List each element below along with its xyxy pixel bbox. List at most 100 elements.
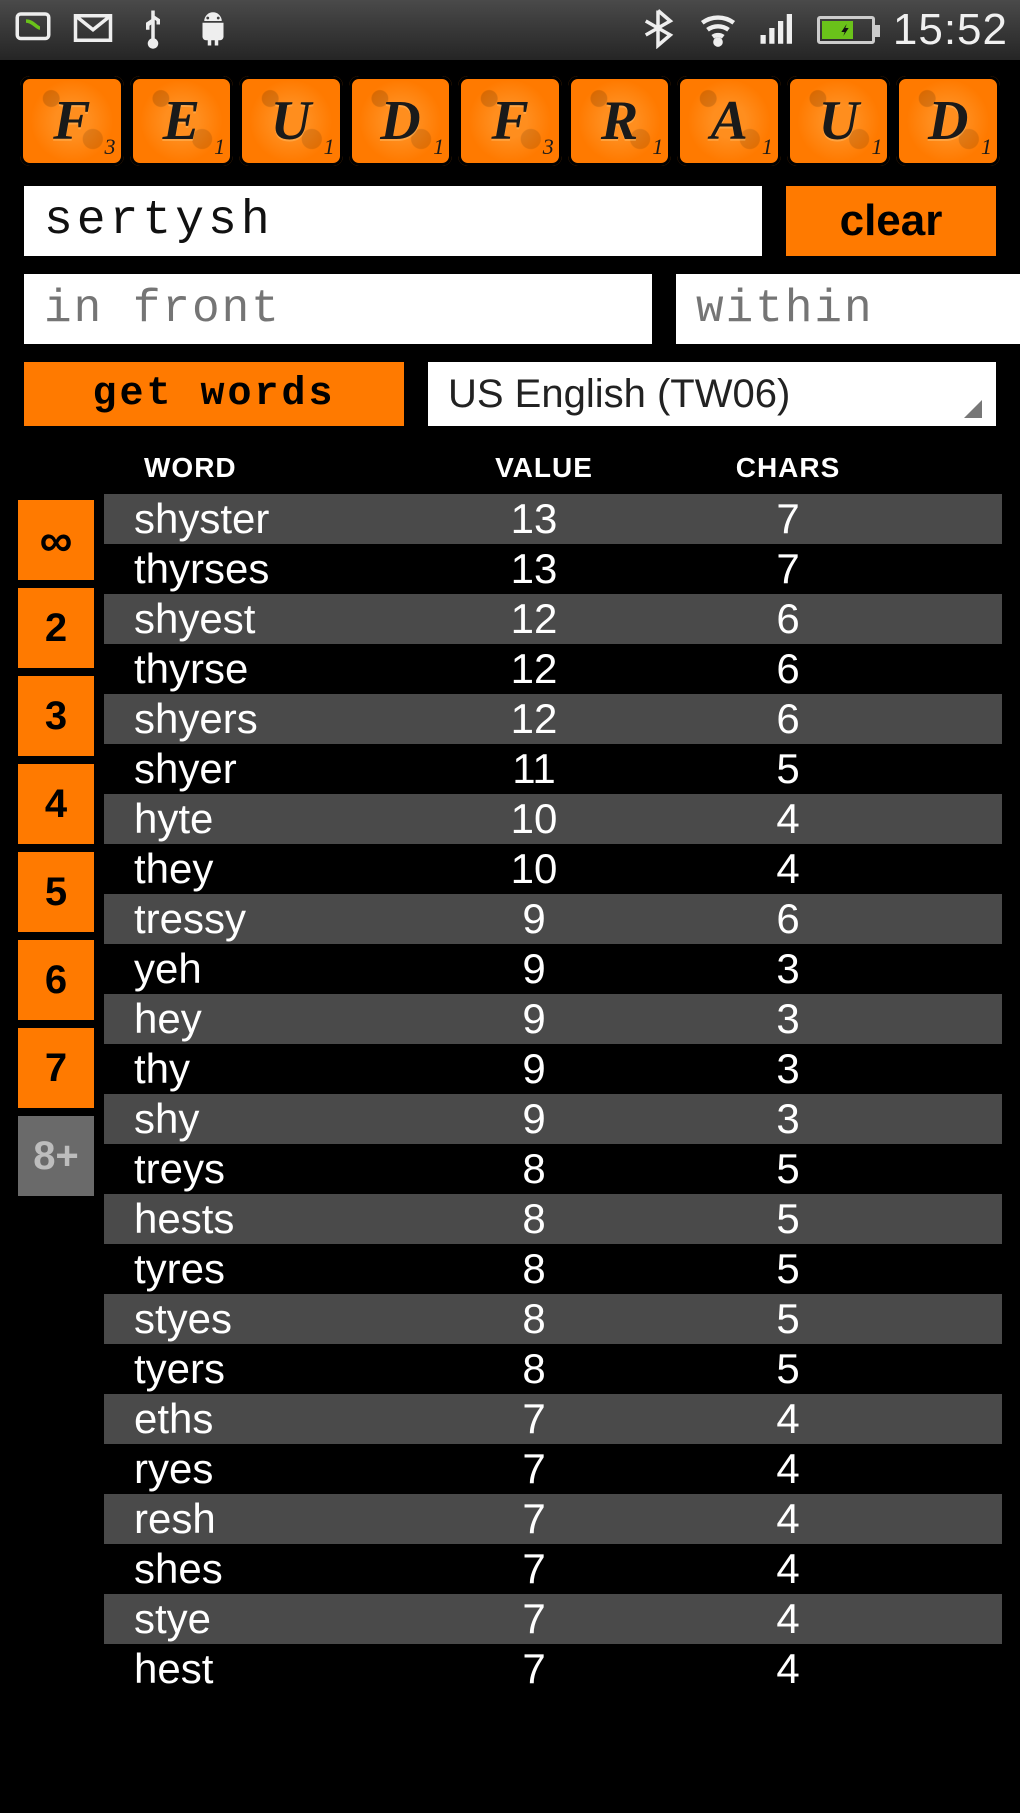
cell-chars: 5: [634, 1145, 1002, 1193]
cell-word: tyers: [104, 1345, 434, 1393]
table-row[interactable]: hyte104: [104, 794, 1002, 844]
length-tab-∞[interactable]: ∞: [18, 500, 94, 580]
length-tab-7[interactable]: 7: [18, 1028, 94, 1108]
clock: 15:52: [893, 5, 1008, 55]
within-input[interactable]: [676, 274, 1020, 344]
cell-chars: 5: [634, 1295, 1002, 1343]
front-input[interactable]: [24, 274, 652, 344]
table-row[interactable]: treys85: [104, 1144, 1002, 1194]
cell-chars: 3: [634, 945, 1002, 993]
table-row[interactable]: styes85: [104, 1294, 1002, 1344]
title-tile: A1: [677, 76, 781, 166]
letters-input[interactable]: [24, 186, 762, 256]
table-row[interactable]: thyrses137: [104, 544, 1002, 594]
table-row[interactable]: tressy96: [104, 894, 1002, 944]
tile-value: 1: [433, 134, 444, 160]
cell-chars: 4: [634, 1445, 1002, 1493]
cell-chars: 5: [634, 745, 1002, 793]
cell-value: 7: [434, 1595, 634, 1643]
get-words-button[interactable]: get words: [24, 362, 404, 426]
length-tab-3[interactable]: 3: [18, 676, 94, 756]
tile-value: 1: [324, 134, 335, 160]
cell-value: 8: [434, 1345, 634, 1393]
cell-value: 9: [434, 895, 634, 943]
cell-chars: 6: [634, 645, 1002, 693]
cell-value: 7: [434, 1495, 634, 1543]
table-row[interactable]: shyest126: [104, 594, 1002, 644]
cell-value: 9: [434, 1095, 634, 1143]
cell-value: 8: [434, 1295, 634, 1343]
length-tab-5[interactable]: 5: [18, 852, 94, 932]
table-row[interactable]: shyers126: [104, 694, 1002, 744]
table-row[interactable]: resh74: [104, 1494, 1002, 1544]
cell-word: thyrse: [104, 645, 434, 693]
tile-value: 1: [762, 134, 773, 160]
cell-value: 7: [434, 1395, 634, 1443]
table-row[interactable]: thyrse126: [104, 644, 1002, 694]
table-row[interactable]: tyers85: [104, 1344, 1002, 1394]
table-row[interactable]: stye74: [104, 1594, 1002, 1644]
cell-value: 9: [434, 1045, 634, 1093]
table-row[interactable]: shyer115: [104, 744, 1002, 794]
cell-chars: 3: [634, 1045, 1002, 1093]
tile-letter: D: [928, 89, 968, 153]
title-tile: R1: [568, 76, 672, 166]
cell-word: treys: [104, 1145, 434, 1193]
length-tab-6[interactable]: 6: [18, 940, 94, 1020]
header-word: WORD: [114, 452, 444, 484]
length-tab-4[interactable]: 4: [18, 764, 94, 844]
android-icon: [192, 7, 234, 54]
tile-value: 1: [214, 134, 225, 160]
table-row[interactable]: hest74: [104, 1644, 1002, 1694]
title-tile: U1: [239, 76, 343, 166]
table-row[interactable]: ryes74: [104, 1444, 1002, 1494]
table-row[interactable]: thy93: [104, 1044, 1002, 1094]
table-row[interactable]: shyster137: [104, 494, 1002, 544]
results: ∞2345678+ WORD VALUE CHARS shyster137thy…: [0, 440, 1020, 1694]
title-tile: D1: [896, 76, 1000, 166]
cell-value: 7: [434, 1545, 634, 1593]
tile-value: 1: [871, 134, 882, 160]
table-row[interactable]: shes74: [104, 1544, 1002, 1594]
bluetooth-icon: [637, 7, 679, 54]
tile-value: 3: [105, 134, 116, 160]
cell-word: eths: [104, 1395, 434, 1443]
table-header: WORD VALUE CHARS: [104, 446, 1002, 494]
cell-word: yeh: [104, 945, 434, 993]
cell-word: tyres: [104, 1245, 434, 1293]
app-title: F3E1U1D1F3R1A1U1D1: [0, 60, 1020, 176]
battery-icon: [817, 16, 875, 44]
header-value: VALUE: [444, 452, 644, 484]
table-row[interactable]: eths74: [104, 1394, 1002, 1444]
tile-letter: R: [601, 89, 638, 153]
cell-value: 9: [434, 995, 634, 1043]
cell-chars: 5: [634, 1245, 1002, 1293]
cell-chars: 3: [634, 995, 1002, 1043]
table-row[interactable]: hests85: [104, 1194, 1002, 1244]
length-tab-2[interactable]: 2: [18, 588, 94, 668]
tile-letter: F: [53, 89, 90, 153]
cell-chars: 4: [634, 1595, 1002, 1643]
tile-letter: F: [491, 89, 528, 153]
table-row[interactable]: they104: [104, 844, 1002, 894]
tile-value: 1: [652, 134, 663, 160]
dictionary-select[interactable]: US English (TW06): [428, 362, 996, 426]
wifi-icon: [697, 7, 739, 54]
tile-letter: A: [710, 89, 747, 153]
cell-word: hyte: [104, 795, 434, 843]
results-table: WORD VALUE CHARS shyster137thyrses137shy…: [104, 446, 1002, 1694]
table-row[interactable]: tyres85: [104, 1244, 1002, 1294]
cell-value: 11: [434, 745, 634, 793]
cell-chars: 7: [634, 545, 1002, 593]
table-row[interactable]: yeh93: [104, 944, 1002, 994]
cell-chars: 4: [634, 1645, 1002, 1693]
clear-button[interactable]: clear: [786, 186, 996, 256]
table-row[interactable]: hey93: [104, 994, 1002, 1044]
leaf-icon: [12, 7, 54, 54]
length-tab-8+: 8+: [18, 1116, 94, 1196]
cell-word: resh: [104, 1495, 434, 1543]
signal-icon: [757, 7, 799, 54]
table-row[interactable]: shy93: [104, 1094, 1002, 1144]
table-body: shyster137thyrses137shyest126thyrse126sh…: [104, 494, 1002, 1694]
cell-value: 9: [434, 945, 634, 993]
